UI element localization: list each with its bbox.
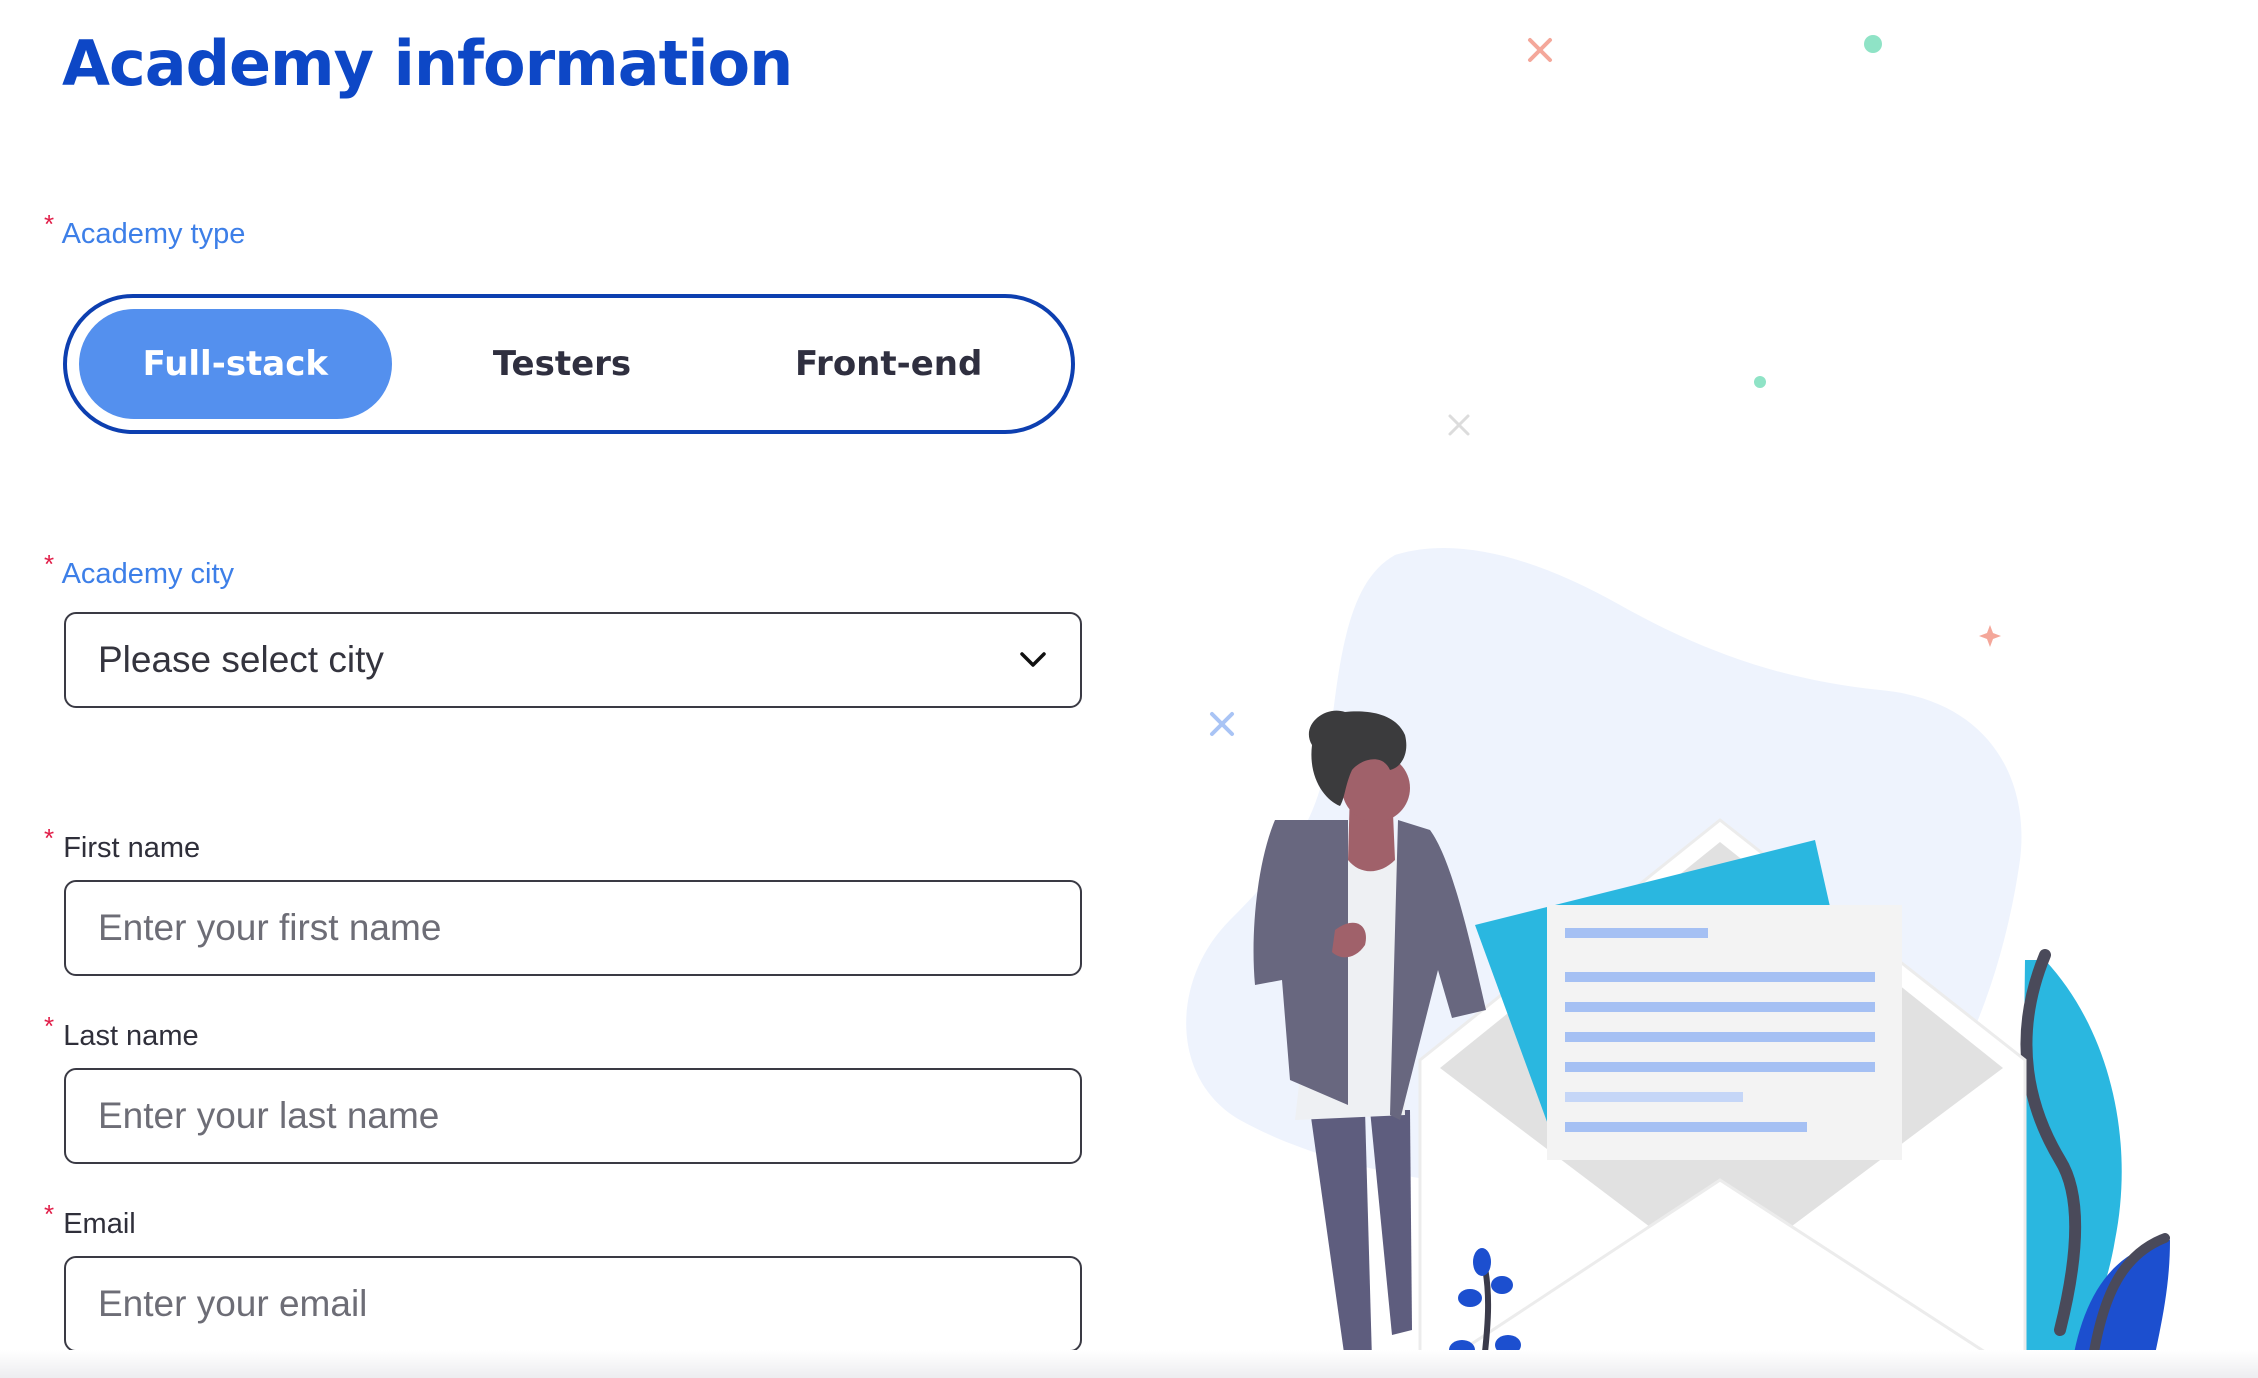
required-marker: * — [44, 1011, 55, 1041]
academy-city-label: * Academy city — [44, 549, 235, 592]
chevron-down-icon — [1018, 645, 1048, 675]
email-input[interactable] — [64, 1256, 1082, 1352]
academy-type-option-front-end[interactable]: Front-end — [732, 309, 1045, 419]
email-label-text: Email — [63, 1208, 136, 1240]
academy-type-label: * Academy type — [44, 209, 246, 252]
academy-form-page: Academy information * Academy type Full-… — [0, 0, 2258, 1378]
academy-type-option-full-stack[interactable]: Full-stack — [79, 309, 392, 419]
academy-city-label-text: Academy city — [61, 558, 235, 590]
email-label: * Email — [44, 1199, 136, 1242]
bottom-edge-shadow — [0, 1350, 2258, 1378]
required-marker: * — [44, 549, 55, 579]
person-with-envelope-illustration — [1186, 35, 2170, 1378]
first-name-input[interactable] — [64, 880, 1082, 976]
academy-type-selector: Full-stack Testers Front-end — [63, 294, 1075, 434]
first-name-label: * First name — [44, 823, 201, 866]
page-title: Academy information — [62, 27, 793, 100]
required-marker: * — [44, 209, 55, 239]
last-name-input[interactable] — [64, 1068, 1082, 1164]
required-marker: * — [44, 1199, 55, 1229]
last-name-label: * Last name — [44, 1011, 199, 1054]
academy-type-option-testers[interactable]: Testers — [406, 309, 719, 419]
academy-city-selected-value: Please select city — [98, 639, 384, 680]
plant-decoration — [2020, 949, 2170, 1378]
first-name-label-text: First name — [63, 832, 201, 864]
last-name-label-text: Last name — [63, 1020, 199, 1052]
academy-city-select[interactable]: Please select city — [64, 612, 1082, 708]
academy-type-label-text: Academy type — [61, 218, 246, 250]
required-marker: * — [44, 823, 55, 853]
